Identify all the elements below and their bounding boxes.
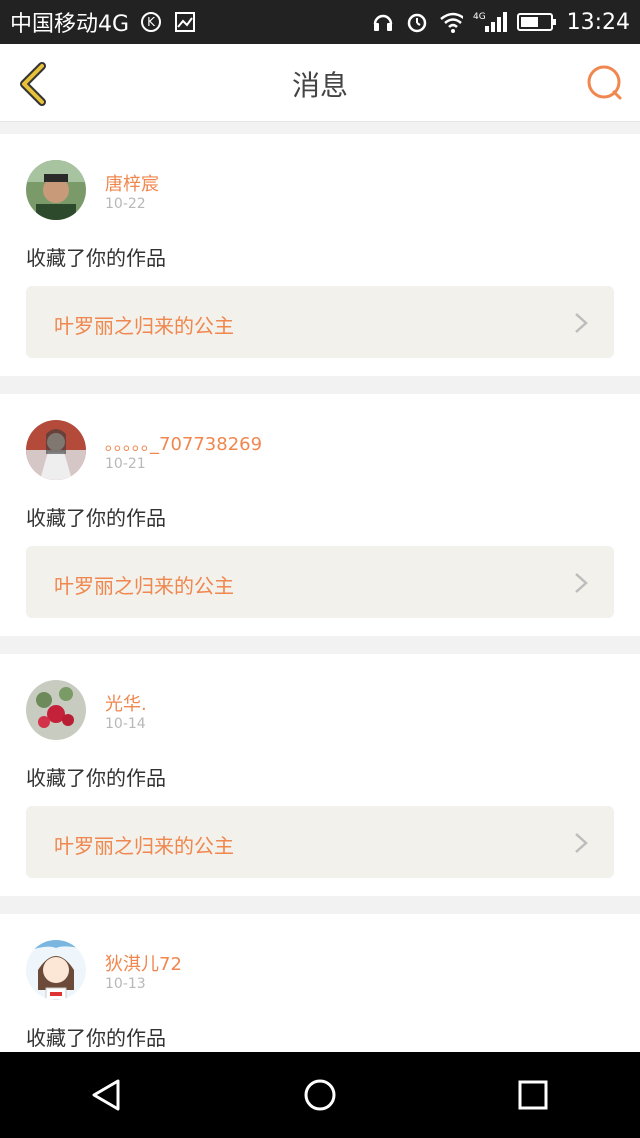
work-title: 叶罗丽之归来的公主: [54, 574, 234, 598]
svg-text:K: K: [147, 15, 156, 29]
action-text: 收藏了你的作品: [26, 1026, 166, 1050]
work-link[interactable]: 叶罗丽之归来的公主: [26, 806, 614, 878]
chevron-right-icon: [574, 832, 588, 854]
back-triangle-icon[interactable]: [77, 1065, 137, 1125]
user-name[interactable]: 狄淇儿72: [105, 950, 182, 976]
message-card: 狄淇儿72 10-13 收藏了你的作品: [0, 914, 640, 1052]
clock: 13:24: [566, 9, 630, 35]
page-title: 消息: [291, 69, 348, 102]
battery-icon: [516, 10, 557, 34]
work-link[interactable]: 叶罗丽之归来的公主: [26, 286, 614, 358]
search-icon[interactable]: [584, 62, 624, 102]
app-header: 消息: [0, 44, 640, 122]
avatar[interactable]: [26, 680, 86, 740]
message-card: 光华. 10-14 收藏了你的作品 叶罗丽之归来的公主: [0, 654, 640, 896]
avatar[interactable]: [26, 160, 86, 220]
work-title: 叶罗丽之归来的公主: [54, 834, 234, 858]
user-name[interactable]: 光华.: [105, 690, 147, 716]
user-name[interactable]: 唐梓宸: [105, 170, 159, 196]
action-text: 收藏了你的作品: [26, 506, 166, 530]
avatar[interactable]: [26, 940, 86, 1000]
message-card: 唐梓宸 10-22 收藏了你的作品 叶罗丽之归来的公主: [0, 134, 640, 376]
k-circle-icon: K: [139, 10, 163, 34]
chevron-right-icon: [574, 312, 588, 334]
user-name[interactable]: ｡｡｡｡｡_707738269: [105, 430, 262, 456]
signal-icon: 4G: [473, 10, 507, 34]
message-date: 10-13: [105, 976, 146, 992]
action-text: 收藏了你的作品: [26, 766, 166, 790]
wifi-icon: [439, 10, 463, 34]
status-bar: 中国移动4G K 4G 13:24: [0, 0, 640, 44]
action-text: 收藏了你的作品: [26, 246, 166, 270]
message-card: ｡｡｡｡｡_707738269 10-21 收藏了你的作品 叶罗丽之归来的公主: [0, 394, 640, 636]
message-date: 10-22: [105, 196, 146, 212]
home-circle-icon[interactable]: [290, 1065, 350, 1125]
recents-square-icon[interactable]: [503, 1065, 563, 1125]
message-list: 唐梓宸 10-22 收藏了你的作品 叶罗丽之归来的公主 ｡｡｡｡｡_707738…: [0, 122, 640, 1052]
image-icon: [173, 10, 197, 34]
message-date: 10-14: [105, 716, 146, 732]
work-title: 叶罗丽之归来的公主: [54, 314, 234, 338]
signal-label: 4G: [473, 12, 486, 22]
work-link[interactable]: 叶罗丽之归来的公主: [26, 546, 614, 618]
avatar[interactable]: [26, 420, 86, 480]
system-nav-bar: [0, 1052, 640, 1138]
carrier-text: 中国移动4G: [10, 12, 130, 37]
headphones-icon: [371, 10, 395, 34]
message-date: 10-21: [105, 456, 146, 472]
alarm-icon: [405, 10, 429, 34]
chevron-right-icon: [574, 572, 588, 594]
